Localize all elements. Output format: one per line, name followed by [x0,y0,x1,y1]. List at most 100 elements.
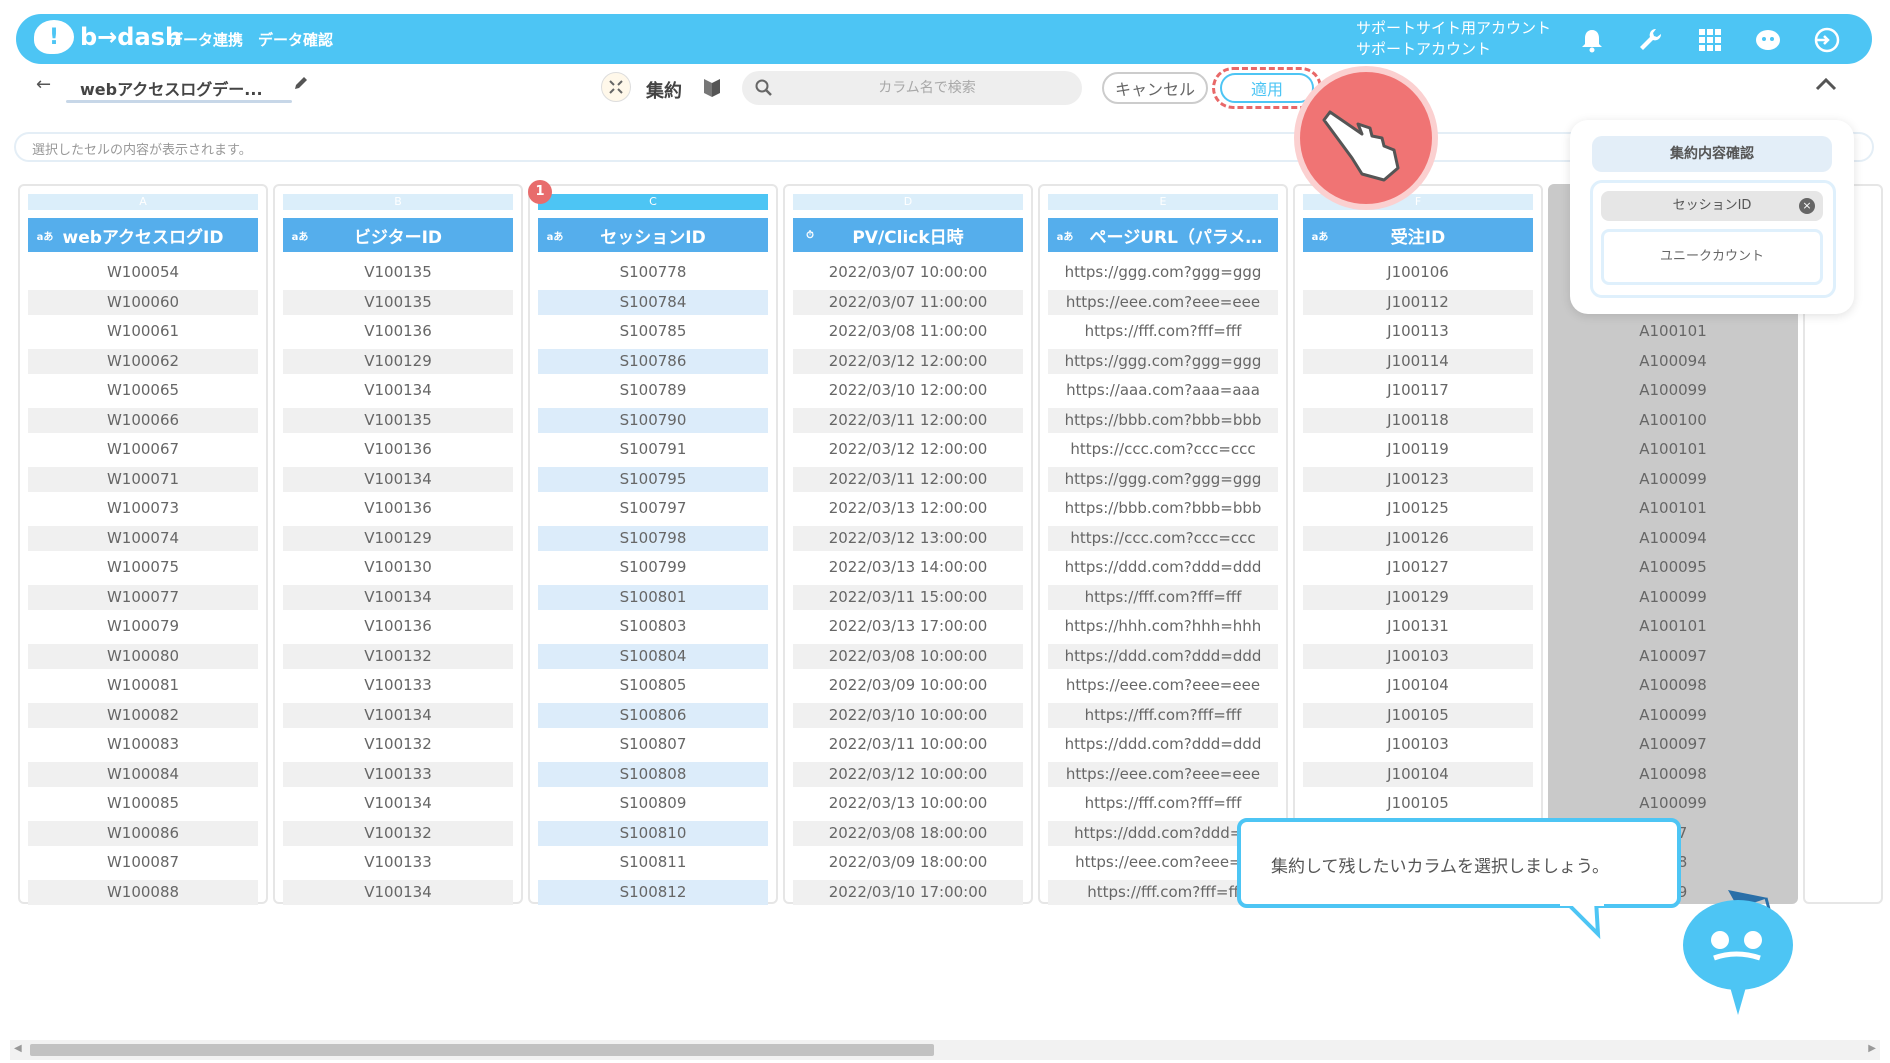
table-cell[interactable]: W100061 [28,319,258,344]
table-cell[interactable]: 2022/03/11 12:00:00 [793,466,1023,492]
table-cell[interactable]: S100797 [538,496,768,521]
table-cell[interactable]: S100784 [538,289,768,315]
table-cell[interactable]: S100804 [538,643,768,669]
table-cell[interactable]: 2022/03/09 18:00:00 [793,850,1023,875]
table-cell[interactable]: W100073 [28,496,258,521]
column-header[interactable]: aあ セッションID [538,218,768,252]
table-cell[interactable]: W100084 [28,761,258,787]
table-cell[interactable]: 2022/03/13 10:00:00 [793,791,1023,816]
table-cell[interactable]: S100801 [538,584,768,610]
table-cell[interactable]: https://fff.com?fff=fff [1048,584,1278,610]
table-cell[interactable]: J100117 [1303,378,1533,403]
table-cell[interactable]: S100803 [538,614,768,639]
table-cell[interactable]: J100127 [1303,555,1533,580]
table-cell[interactable]: W100083 [28,732,258,757]
table-cell[interactable]: S100799 [538,555,768,580]
table-cell[interactable]: 2022/03/13 17:00:00 [793,614,1023,639]
table-cell[interactable]: J100119 [1303,437,1533,462]
table-cell[interactable]: 2022/03/12 12:00:00 [793,437,1023,462]
column-header[interactable]: aあ 受注ID [1303,218,1533,252]
table-cell[interactable]: V100134 [283,702,513,728]
table-cell[interactable]: 2022/03/09 10:00:00 [793,673,1023,698]
table-cell[interactable]: A100094 [1558,526,1788,551]
table-cell[interactable]: W100080 [28,643,258,669]
table-cell[interactable]: S100778 [538,260,768,285]
column-header[interactable]: aあ webアクセスログID [28,218,258,252]
table-cell[interactable]: J100104 [1303,761,1533,787]
table-cell[interactable]: S100786 [538,348,768,374]
table-cell[interactable]: A100099 [1558,467,1788,492]
table-cell[interactable]: https://bbb.com?bbb=bbb [1048,496,1278,521]
table-cell[interactable]: https://ggg.com?ggg=ggg [1048,466,1278,492]
table-cell[interactable]: 2022/03/11 12:00:00 [793,407,1023,433]
table-cell[interactable]: S100798 [538,525,768,551]
table-cell[interactable]: https://eee.com?eee=eee [1048,673,1278,698]
table-cell[interactable]: 2022/03/08 18:00:00 [793,820,1023,846]
table-cell[interactable]: https://ccc.com?ccc=ccc [1048,525,1278,551]
table-cell[interactable]: V100130 [283,555,513,580]
table-cell[interactable]: S100785 [538,319,768,344]
table-cell[interactable]: V100129 [283,525,513,551]
account-info[interactable]: サポートサイト用アカウント サポートアカウント [1356,18,1551,60]
table-cell[interactable]: https://fff.com?fff=fff [1048,791,1278,816]
wrench-icon[interactable] [1636,26,1664,54]
table-cell[interactable]: J100104 [1303,673,1533,698]
table-cell[interactable]: 2022/03/10 17:00:00 [793,879,1023,905]
file-name[interactable]: webアクセスログデー... [80,76,263,100]
table-cell[interactable]: 2022/03/13 12:00:00 [793,496,1023,521]
table-cell[interactable]: J100105 [1303,702,1533,728]
table-cell[interactable]: https://ddd.com?ddd=ddd [1048,732,1278,757]
table-cell[interactable]: V100136 [283,496,513,521]
table-cell[interactable]: V100134 [283,791,513,816]
scrollbar-thumb[interactable] [30,1044,934,1056]
table-cell[interactable]: A100099 [1558,703,1788,728]
table-cell[interactable]: V100135 [283,289,513,315]
table-cell[interactable]: 2022/03/11 10:00:00 [793,732,1023,757]
table-cell[interactable]: W100085 [28,791,258,816]
table-cell[interactable]: V100136 [283,319,513,344]
column-header[interactable]: aあ ビジターID [283,218,513,252]
table-cell[interactable]: 2022/03/07 10:00:00 [793,260,1023,285]
table-cell[interactable]: V100135 [283,407,513,433]
table-cell[interactable]: V100132 [283,820,513,846]
table-cell[interactable]: V100133 [283,850,513,875]
table-cell[interactable]: J100129 [1303,584,1533,610]
logo[interactable]: ! b→dash [34,20,182,54]
pencil-icon[interactable] [292,74,310,92]
beginner-icon[interactable] [702,76,722,98]
table-cell[interactable]: J100113 [1303,319,1533,344]
table-cell[interactable]: W100075 [28,555,258,580]
table-cell[interactable]: S100791 [538,437,768,462]
table-cell[interactable]: 2022/03/07 11:00:00 [793,289,1023,315]
table-cell[interactable]: 2022/03/12 10:00:00 [793,761,1023,787]
table-cell[interactable]: S100795 [538,466,768,492]
table-cell[interactable]: V100132 [283,732,513,757]
table-cell[interactable]: V100133 [283,761,513,787]
table-cell[interactable]: W100077 [28,584,258,610]
table-cell[interactable]: S100811 [538,850,768,875]
selected-column-chip[interactable]: セッションID × [1601,191,1823,221]
table-cell[interactable]: A100094 [1558,349,1788,374]
table-cell[interactable]: A100099 [1558,585,1788,610]
table-cell[interactable]: https://fff.com?fff=fff [1048,702,1278,728]
table-cell[interactable]: J100131 [1303,614,1533,639]
table-cell[interactable]: V100129 [283,348,513,374]
table-cell[interactable]: A100101 [1558,319,1788,344]
table-cell[interactable]: S100807 [538,732,768,757]
search-input[interactable] [782,75,1072,101]
table-cell[interactable]: 2022/03/10 12:00:00 [793,378,1023,403]
cancel-button[interactable]: キャンセル [1102,72,1208,104]
table-cell[interactable]: A100099 [1558,791,1788,816]
table-cell[interactable]: A100099 [1558,378,1788,403]
table-cell[interactable]: 2022/03/08 11:00:00 [793,319,1023,344]
table-cell[interactable]: W100065 [28,378,258,403]
nav-data-integration[interactable]: データ連携 [168,29,243,50]
table-cell[interactable]: J100112 [1303,289,1533,315]
table-cell[interactable]: V100135 [283,260,513,285]
table-cell[interactable]: W100060 [28,289,258,315]
table-cell[interactable]: A100097 [1558,732,1788,757]
table-cell[interactable]: J100118 [1303,407,1533,433]
table-cell[interactable]: A100101 [1558,614,1788,639]
search-box[interactable] [742,71,1082,105]
table-cell[interactable]: V100134 [283,378,513,403]
